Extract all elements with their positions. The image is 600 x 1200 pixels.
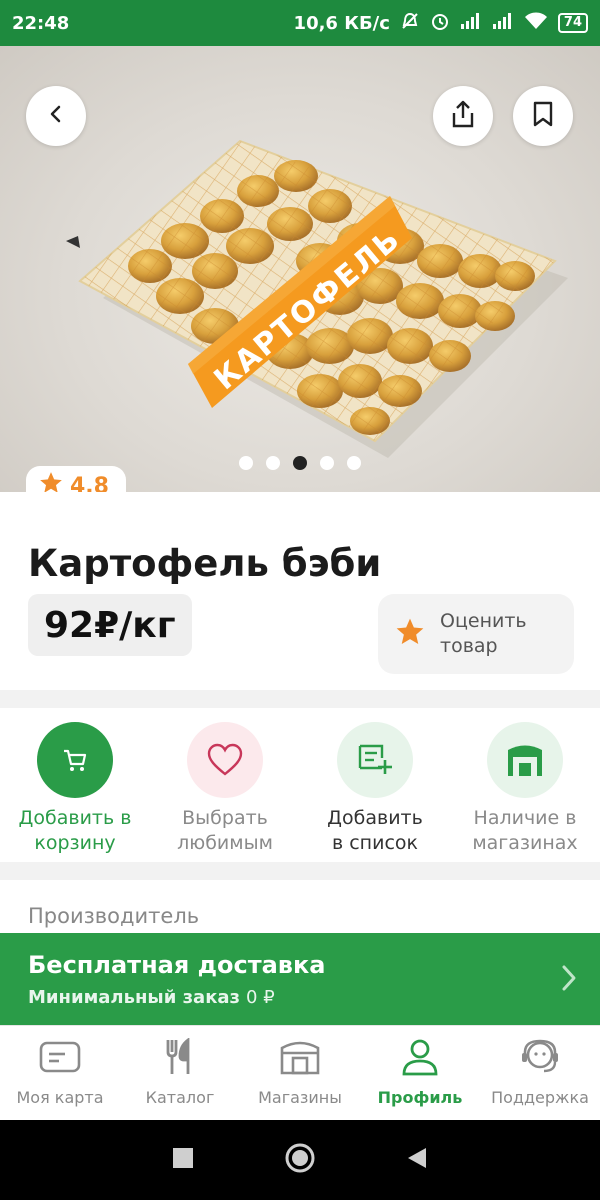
heart-icon: [187, 722, 263, 798]
nav-my-card-label: Моя карта: [16, 1088, 104, 1107]
system-navigation-bar: [0, 1120, 600, 1200]
nav-profile-label: Профиль: [377, 1088, 463, 1107]
product-info: Картофель бэби 92₽/кг Оценить товар: [0, 492, 600, 690]
battery-icon: 74: [557, 13, 588, 33]
nav-catalog-label: Каталог: [145, 1088, 215, 1107]
add-to-list-button[interactable]: Добавить в список: [300, 708, 450, 862]
list-add-icon: [337, 722, 413, 798]
carousel-dot[interactable]: [347, 456, 361, 470]
delivery-subtitle: Минимальный заказ 0 ₽: [28, 987, 275, 1008]
carousel-dot[interactable]: [293, 456, 307, 470]
nav-stores-label: Магазины: [258, 1088, 342, 1107]
add-to-list-label-1: Добавить: [327, 807, 423, 829]
free-delivery-banner[interactable]: Бесплатная доставка Минимальный заказ 0 ₽: [0, 933, 600, 1025]
bottom-navigation: Моя карта Каталог Магазины Профиль Подде…: [0, 1025, 600, 1120]
carousel-dot[interactable]: [239, 456, 253, 470]
cutlery-icon: [158, 1037, 202, 1080]
carousel-dot[interactable]: [266, 456, 280, 470]
share-icon: [449, 99, 477, 133]
nav-support-label: Поддержка: [491, 1088, 589, 1107]
wifi-icon: [524, 12, 548, 35]
manufacturer-section: Производитель: [0, 880, 600, 940]
product-image-carousel[interactable]: КАРТОФЕЛЬ: [0, 46, 600, 492]
favorites-label-2: любимым: [177, 832, 273, 854]
favorites-label-1: Выбрать: [182, 807, 268, 829]
home-icon[interactable]: [284, 1142, 316, 1178]
share-button[interactable]: [433, 86, 493, 146]
min-order-value: 0 ₽: [246, 987, 275, 1008]
profile-icon: [398, 1038, 442, 1080]
product-photo: КАРТОФЕЛЬ: [66, 139, 568, 458]
product-title: Картофель бэби: [28, 542, 382, 585]
rate-product-button[interactable]: Оценить товар: [378, 594, 574, 674]
rate-product-label: Оценить товар: [440, 610, 527, 657]
nav-stores[interactable]: Магазины: [240, 1026, 360, 1120]
min-order-label: Минимальный заказ: [28, 987, 241, 1008]
add-to-cart-button[interactable]: Добавить в корзину: [0, 708, 150, 862]
carousel-dot[interactable]: [320, 456, 334, 470]
cart-icon: [37, 722, 113, 798]
status-time: 22:48: [12, 12, 70, 34]
card-icon: [38, 1038, 82, 1080]
availability-label-2: магазинах: [472, 832, 578, 854]
chevron-right-icon: [560, 963, 578, 997]
store-icon: [487, 722, 563, 798]
mute-alarm-icon: [400, 11, 420, 36]
alarm-icon: [430, 11, 450, 36]
store-icon: [278, 1038, 322, 1080]
nav-support[interactable]: Поддержка: [480, 1026, 600, 1120]
back-button[interactable]: [26, 86, 86, 146]
add-to-list-label-2: в список: [331, 832, 418, 854]
network-speed: 10,6 КБ/с: [293, 12, 390, 34]
store-availability-button[interactable]: Наличие в магазинах: [450, 708, 600, 862]
star-icon: [394, 616, 426, 652]
availability-label-1: Наличие в: [473, 807, 577, 829]
product-price: 92₽/кг: [28, 594, 192, 656]
battery-level: 74: [563, 15, 582, 30]
manufacturer-label: Производитель: [28, 904, 200, 928]
add-to-favorites-button[interactable]: Выбрать любимым: [150, 708, 300, 862]
support-icon: [518, 1038, 562, 1080]
recent-apps-icon[interactable]: [172, 1147, 194, 1173]
status-bar: 22:48 10,6 КБ/с 74: [0, 0, 600, 46]
nav-catalog[interactable]: Каталог: [120, 1026, 240, 1120]
chevron-left-icon: [46, 104, 66, 128]
add-to-cart-label-1: Добавить в: [18, 807, 132, 829]
bookmark-icon: [531, 100, 555, 132]
add-to-cart-label-2: корзину: [34, 832, 116, 854]
bookmark-button[interactable]: [513, 86, 573, 146]
nav-my-card[interactable]: Моя карта: [0, 1026, 120, 1120]
signal-icon: [460, 12, 482, 35]
nav-profile[interactable]: Профиль: [360, 1026, 480, 1120]
signal-icon: [492, 12, 514, 35]
product-actions: Добавить в корзину Выбрать любимым Добав…: [0, 708, 600, 862]
back-nav-icon[interactable]: [406, 1146, 428, 1174]
delivery-title: Бесплатная доставка: [28, 951, 326, 979]
